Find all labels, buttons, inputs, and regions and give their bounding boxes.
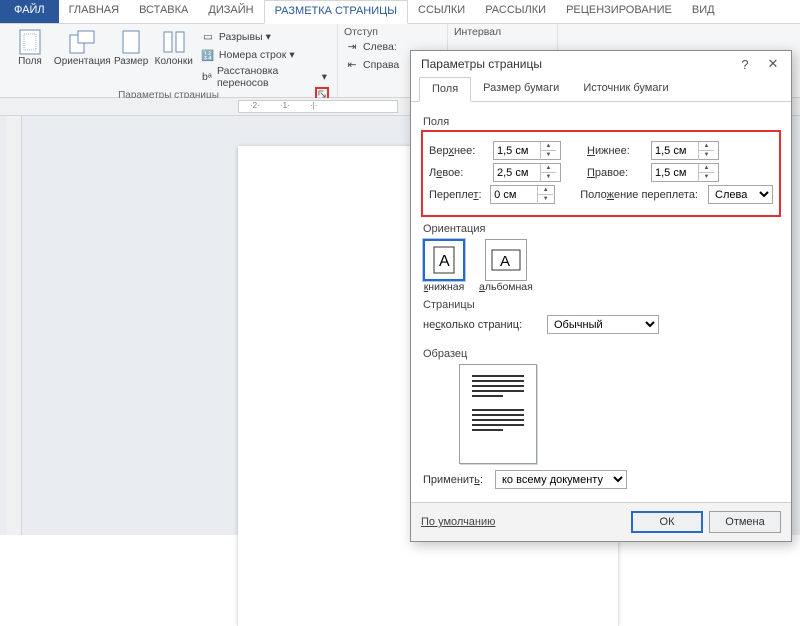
dialog-help-button[interactable]: ? xyxy=(731,54,759,74)
portrait-icon: A xyxy=(423,239,465,281)
right-margin-label: Правое: xyxy=(587,167,645,179)
top-margin-input[interactable]: ▲▼ xyxy=(493,141,561,160)
hyphenation-icon: bᵃ xyxy=(200,69,214,85)
line-numbers-icon: 🔢 xyxy=(200,47,216,63)
default-button[interactable]: По умолчанию xyxy=(421,516,495,528)
size-button[interactable]: Размер xyxy=(111,26,152,90)
tab-home[interactable]: ГЛАВНАЯ xyxy=(59,0,129,23)
right-margin-input[interactable]: ▲▼ xyxy=(651,163,719,182)
orientation-icon xyxy=(68,28,96,56)
landscape-icon: A xyxy=(485,239,527,281)
bottom-margin-label: Нижнее: xyxy=(587,145,645,157)
gutter-pos-label: Положение переплета: xyxy=(580,189,702,201)
ok-button[interactable]: ОК xyxy=(631,511,703,533)
breaks-button[interactable]: ▭Разрывы▾ xyxy=(200,28,327,46)
apply-to-select[interactable]: ко всему документу xyxy=(495,470,627,489)
spinner-down-icon[interactable]: ▼ xyxy=(541,151,556,160)
preview-section-label: Образец xyxy=(423,348,779,360)
margins-section-label: Поля xyxy=(423,116,779,128)
tab-file[interactable]: ФАЙЛ xyxy=(0,0,59,23)
bottom-margin-input[interactable]: ▲▼ xyxy=(651,141,719,160)
apply-to-label: Применить: xyxy=(423,474,489,486)
svg-text:A: A xyxy=(500,253,510,270)
indent-label: Отступ xyxy=(344,26,441,38)
breaks-icon: ▭ xyxy=(200,29,216,45)
dialog-close-button[interactable]: ✕ xyxy=(759,54,787,74)
hyphenation-button[interactable]: bᵃРасстановка переносов▾ xyxy=(200,64,327,90)
tab-design[interactable]: ДИЗАЙН xyxy=(198,0,263,23)
dialog-tab-source[interactable]: Источник бумаги xyxy=(571,77,680,101)
tab-references[interactable]: ССЫЛКИ xyxy=(408,0,475,23)
portrait-button[interactable]: A книжная xyxy=(423,239,465,293)
orientation-section-label: Ориентация xyxy=(423,223,779,235)
pages-section-label: Страницы xyxy=(423,299,779,311)
multi-pages-select[interactable]: Обычный xyxy=(547,315,659,334)
cancel-button[interactable]: Отмена xyxy=(709,511,781,533)
margins-icon xyxy=(16,28,44,56)
columns-icon xyxy=(160,28,188,56)
page-setup-dialog: Параметры страницы ? ✕ Поля Размер бумаг… xyxy=(410,50,792,542)
ribbon-tabs: ФАЙЛ ГЛАВНАЯ ВСТАВКА ДИЗАЙН РАЗМЕТКА СТР… xyxy=(0,0,800,24)
columns-button[interactable]: Колонки xyxy=(152,26,196,90)
vertical-ruler[interactable] xyxy=(6,116,22,535)
preview-thumbnail xyxy=(459,364,537,464)
gutter-pos-select[interactable]: Слева xyxy=(708,185,773,204)
spacing-label: Интервал xyxy=(454,26,551,38)
margins-highlight-box: Верхнее: ▲▼ Нижнее: ▲▼ Левое: ▲▼ Правое:… xyxy=(421,130,781,217)
orientation-button[interactable]: Ориентация xyxy=(54,26,111,90)
left-margin-input[interactable]: ▲▼ xyxy=(493,163,561,182)
tab-view[interactable]: ВИД xyxy=(682,0,725,23)
line-numbers-button[interactable]: 🔢Номера строк▾ xyxy=(200,46,327,64)
tab-insert[interactable]: ВСТАВКА xyxy=(129,0,198,23)
tab-page-layout[interactable]: РАЗМЕТКА СТРАНИЦЫ xyxy=(264,0,408,24)
dialog-tab-margins[interactable]: Поля xyxy=(419,77,471,102)
dialog-title: Параметры страницы xyxy=(421,57,542,71)
gutter-label: Переплет: xyxy=(429,189,484,201)
spinner-up-icon[interactable]: ▲ xyxy=(541,142,556,151)
dialog-tab-paper[interactable]: Размер бумаги xyxy=(471,77,571,101)
landscape-button[interactable]: A альбомная xyxy=(479,239,533,293)
tab-mailings[interactable]: РАССЫЛКИ xyxy=(475,0,556,23)
left-margin-label: Левое: xyxy=(429,167,487,179)
top-margin-label: Верхнее: xyxy=(429,145,487,157)
tab-review[interactable]: РЕЦЕНЗИРОВАНИЕ xyxy=(556,0,682,23)
svg-text:A: A xyxy=(439,253,450,270)
size-icon xyxy=(117,28,145,56)
gutter-input[interactable]: ▲▼ xyxy=(490,185,555,204)
margins-button[interactable]: Поля xyxy=(6,26,54,90)
multi-pages-label: несколько страниц: xyxy=(423,319,541,331)
